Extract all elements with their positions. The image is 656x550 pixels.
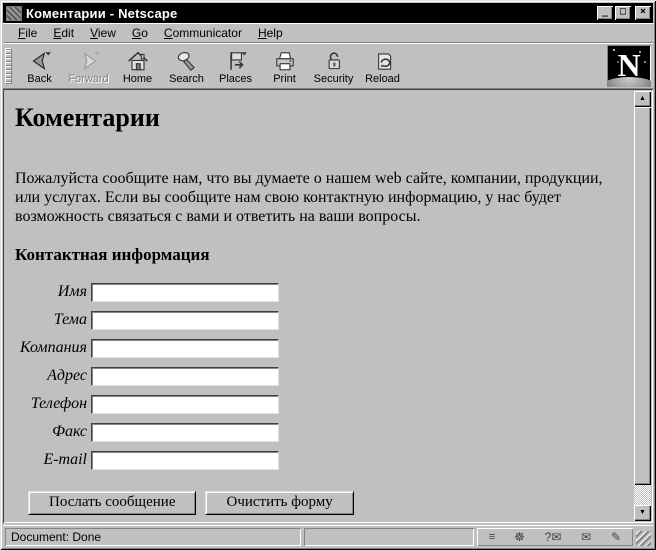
form-row: Компания xyxy=(15,334,279,362)
reset-button[interactable]: Очистить форму xyxy=(205,491,353,515)
netscape-app-icon[interactable] xyxy=(6,6,22,21)
minimize-button[interactable]: _ xyxy=(597,6,613,20)
fax-field[interactable] xyxy=(91,423,279,442)
guide-flag-icon xyxy=(224,48,248,73)
toolbar-button-home[interactable]: Home xyxy=(113,46,162,86)
vertical-scrollbar[interactable]: ▲ ▼ xyxy=(634,91,651,521)
navigator-wheel-icon[interactable]: ☸ xyxy=(514,529,525,545)
status-message: Document: Done xyxy=(5,528,301,546)
form-row: Тема xyxy=(15,306,279,334)
window-title: Коментарии - Netscape xyxy=(26,6,597,21)
toolbar-grip[interactable] xyxy=(5,48,12,84)
toolbar-button-reload[interactable]: Reload xyxy=(358,46,407,86)
logo-n-letter: N xyxy=(607,46,651,84)
section-heading: Контактная информация xyxy=(15,245,628,265)
submit-button[interactable]: Послать сообщение xyxy=(28,491,196,515)
toolbar-button-places[interactable]: Places xyxy=(211,46,260,86)
form-row: Адрес xyxy=(15,362,279,390)
scroll-up-button[interactable]: ▲ xyxy=(634,91,651,107)
scrollbar-track[interactable] xyxy=(634,485,651,505)
back-arrow-icon xyxy=(28,48,52,73)
toolbar-label: Search xyxy=(169,73,204,85)
intro-paragraph: Пожалуйста сообщите нам, что вы думаете … xyxy=(15,169,625,226)
component-bar: ≡ ☸ ?✉ ✉ ✎ xyxy=(477,528,633,546)
padlock-icon xyxy=(322,48,346,73)
netscape-window: Коментарии - Netscape _ □ × File Edit Vi… xyxy=(0,0,656,550)
toolbar-label: Reload xyxy=(365,73,400,85)
maximize-button[interactable]: □ xyxy=(615,6,631,20)
printer-icon xyxy=(273,48,297,73)
home-icon xyxy=(126,48,150,73)
web-page: Коментарии Пожалуйста сообщите нам, что … xyxy=(5,91,634,521)
flashlight-icon xyxy=(175,48,199,73)
company-field[interactable] xyxy=(91,339,279,358)
page-title: Коментарии xyxy=(15,103,628,133)
resize-grip[interactable] xyxy=(636,531,651,546)
forward-arrow-icon xyxy=(77,48,101,73)
phone-label: Телефон xyxy=(15,390,91,418)
navigation-toolbar: Back Forward Home xyxy=(3,43,653,89)
form-row: E-mail xyxy=(15,446,279,474)
name-field[interactable] xyxy=(91,283,279,302)
browser-viewport: Коментарии Пожалуйста сообщите нам, что … xyxy=(3,89,653,523)
menu-help[interactable]: Help xyxy=(251,24,290,42)
component-handle-icon[interactable]: ≡ xyxy=(489,529,494,545)
subject-field[interactable] xyxy=(91,311,279,330)
form-row: Факс xyxy=(15,418,279,446)
toolbar-button-forward[interactable]: Forward xyxy=(64,46,113,86)
menubar: File Edit View Go Communicator Help xyxy=(3,23,653,43)
close-button[interactable]: × xyxy=(635,6,651,20)
toolbar-button-print[interactable]: Print xyxy=(260,46,309,86)
form-row: Имя xyxy=(15,278,279,306)
email-field[interactable] xyxy=(91,451,279,470)
name-label: Имя xyxy=(15,278,91,306)
toolbar-label: Forward xyxy=(68,73,108,85)
toolbar-label: Home xyxy=(123,73,152,85)
discussions-icon[interactable]: ?✉ xyxy=(545,529,562,545)
menu-edit[interactable]: Edit xyxy=(46,24,81,42)
toolbar-label: Back xyxy=(27,73,51,85)
subject-label: Тема xyxy=(15,306,91,334)
contact-form: Имя Тема Компания Адрес Телефон xyxy=(15,278,279,474)
scroll-down-button[interactable]: ▼ xyxy=(634,505,651,521)
reload-icon xyxy=(371,48,395,73)
address-field[interactable] xyxy=(91,367,279,386)
netscape-logo[interactable]: N xyxy=(607,45,651,87)
status-secondary-box xyxy=(304,528,474,546)
company-label: Компания xyxy=(15,334,91,362)
toolbar-label: Security xyxy=(314,73,354,85)
form-buttons: Послать сообщение Очистить форму xyxy=(28,491,628,515)
form-row: Телефон xyxy=(15,390,279,418)
menu-file[interactable]: File xyxy=(11,24,44,42)
titlebar[interactable]: Коментарии - Netscape _ □ × xyxy=(3,3,653,23)
composer-pencil-icon[interactable]: ✎ xyxy=(611,529,621,545)
mailbox-icon[interactable]: ✉ xyxy=(581,529,591,545)
toolbar-button-search[interactable]: Search xyxy=(162,46,211,86)
menu-go[interactable]: Go xyxy=(125,24,155,42)
fax-label: Факс xyxy=(15,418,91,446)
email-label: E-mail xyxy=(15,446,91,474)
address-label: Адрес xyxy=(15,362,91,390)
statusbar: Document: Done ≡ ☸ ?✉ ✉ ✎ xyxy=(3,525,653,547)
toolbar-button-security[interactable]: Security xyxy=(309,46,358,86)
scrollbar-thumb[interactable] xyxy=(634,107,651,485)
menu-view[interactable]: View xyxy=(83,24,123,42)
menu-communicator[interactable]: Communicator xyxy=(157,24,249,42)
toolbar-label: Print xyxy=(273,73,296,85)
toolbar-button-back[interactable]: Back xyxy=(15,46,64,86)
toolbar-label: Places xyxy=(219,73,252,85)
phone-field[interactable] xyxy=(91,395,279,414)
